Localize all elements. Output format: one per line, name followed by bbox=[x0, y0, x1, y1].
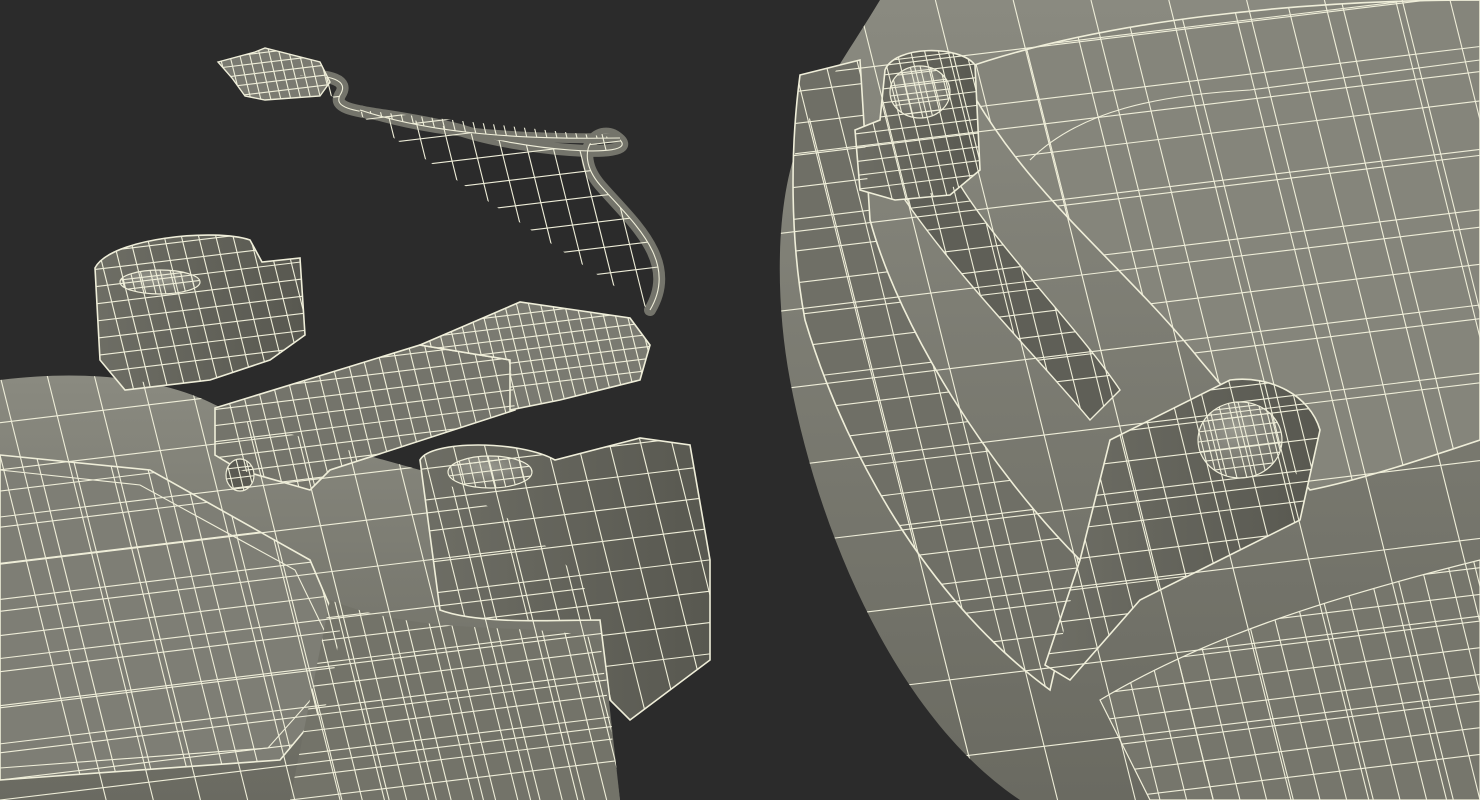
render-viewport bbox=[0, 0, 1480, 800]
mesh-lines bbox=[300, 75, 660, 310]
mesh-lines bbox=[360, 110, 620, 139]
wireframe-render bbox=[0, 0, 1480, 800]
